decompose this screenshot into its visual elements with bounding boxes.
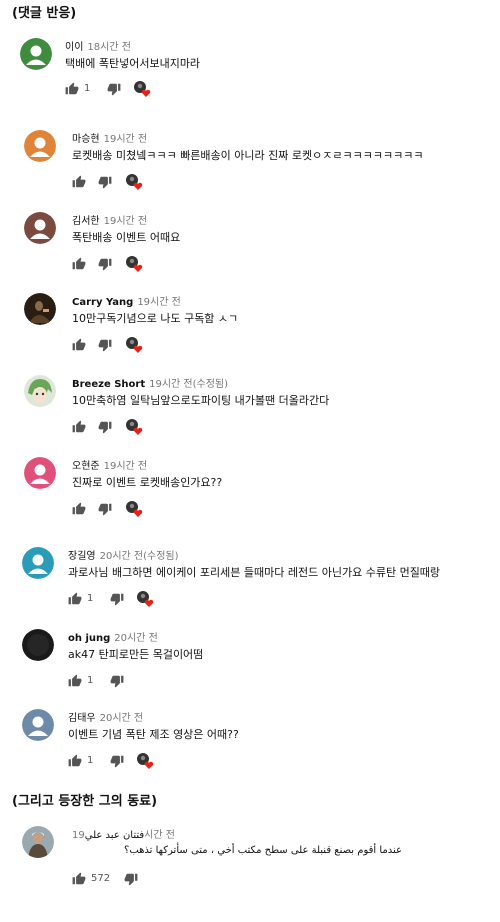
avatar[interactable]: [20, 38, 52, 70]
thumbs-down-icon[interactable]: [110, 592, 124, 606]
avatar[interactable]: [24, 212, 56, 244]
comment-text: 10만축하염 일탁님앞으로도파이팅 내가볼땐 더올라간다: [72, 394, 330, 407]
comment-author[interactable]: 김태우: [68, 713, 96, 724]
thumbs-down-icon[interactable]: [110, 754, 124, 768]
thumbs-up-icon[interactable]: [72, 502, 86, 516]
default-avatar-icon: [24, 457, 56, 489]
thumbs-up-icon[interactable]: [72, 420, 86, 434]
comment-time[interactable]: 19시간 전: [104, 216, 148, 227]
comment-text: 과로사님 배그하면 에이케이 포리세븐 들때마다 레전드 아닌가요 수류탄 먼질…: [68, 566, 441, 579]
avatar[interactable]: [22, 629, 54, 661]
thumbs-up-icon[interactable]: [72, 872, 86, 886]
comment-text: 택배에 폭탄넣어서보내지마라: [65, 57, 201, 70]
avatar[interactable]: [24, 375, 56, 407]
thumbs-down-icon[interactable]: [98, 257, 112, 271]
like-count: 1: [87, 593, 94, 604]
comment-author[interactable]: 김서한: [72, 216, 100, 227]
thumbs-down-icon[interactable]: [107, 82, 121, 96]
thumbs-down-icon[interactable]: [98, 338, 112, 352]
thumbs-down-icon[interactable]: [98, 175, 112, 189]
thumbs-down-icon[interactable]: [124, 872, 138, 886]
creator-heart: [125, 418, 143, 436]
comment-time[interactable]: 18시간 전: [87, 42, 131, 53]
comment-time[interactable]: 20시간 전: [114, 633, 158, 644]
creator-heart: [136, 752, 154, 770]
comment-author[interactable]: 마승현: [72, 134, 100, 145]
avatar[interactable]: [22, 547, 54, 579]
default-avatar-icon: [24, 212, 56, 244]
comment-author[interactable]: Carry Yang: [72, 297, 133, 308]
comment-author[interactable]: 이이: [65, 42, 83, 53]
section-title-reactions: (댓글 반응): [12, 6, 77, 21]
creator-heart: [125, 173, 143, 191]
thumbs-down-icon[interactable]: [98, 420, 112, 434]
dark-avatar-icon: [22, 629, 54, 661]
comment-author[interactable]: 장길영: [68, 551, 96, 562]
avatar[interactable]: [24, 457, 56, 489]
creator-heart: [125, 255, 143, 273]
avatar[interactable]: [22, 826, 54, 858]
thumbs-up-icon[interactable]: [72, 338, 86, 352]
comment-text: عندما أقوم بصنع قنبلة على سطح مكتب أخي ،…: [124, 845, 402, 856]
comment-text: ak47 탄피로만든 목걸이어떰: [68, 648, 204, 661]
comment-author[interactable]: فتتان عبد علي: [85, 830, 144, 841]
comment-text: 폭탄배송 이벤트 어때요: [72, 231, 181, 244]
thumbs-up-icon[interactable]: [68, 592, 82, 606]
default-avatar-icon: [22, 709, 54, 741]
comment-time[interactable]: 20시간 전: [100, 713, 144, 724]
like-count: 1: [87, 675, 94, 686]
thumbs-up-icon[interactable]: [72, 257, 86, 271]
default-avatar-icon: [24, 130, 56, 162]
thumbs-up-icon[interactable]: [65, 82, 79, 96]
creator-heart: [125, 336, 143, 354]
thumbs-down-icon[interactable]: [98, 502, 112, 516]
comment-author[interactable]: oh jung: [68, 633, 110, 644]
comment-time[interactable]: 19시간 전: [137, 297, 181, 308]
default-avatar-icon: [20, 38, 52, 70]
comment-text: 이벤트 기념 폭탄 제조 영상은 어때??: [68, 728, 239, 741]
photo-avatar-icon: [24, 293, 56, 325]
thumbs-down-icon[interactable]: [110, 674, 124, 688]
thumbs-up-icon[interactable]: [68, 674, 82, 688]
creator-heart: [136, 590, 154, 608]
comment-time[interactable]: 19시간 전(수정됨): [149, 379, 228, 390]
thumbs-up-icon[interactable]: [68, 754, 82, 768]
creator-heart: [125, 500, 143, 518]
default-avatar-icon: [22, 547, 54, 579]
comment-text: 로켓배송 미쳤넼ㅋㅋㅋ 빠른배송이 아니라 진짜 로켓ㅇㅈㄹㅋㅋㅋㅋㅋㅋㅋㅋ: [72, 149, 424, 162]
like-count: 1: [84, 83, 91, 94]
comment-text: 10만구독기념으로 나도 구독함 ㅅㄱ: [72, 312, 239, 325]
photo-avatar-icon: [22, 826, 54, 858]
comment-time[interactable]: 19시간 전: [104, 461, 148, 472]
comment-text: 진짜로 이벤트 로켓배송인가요??: [72, 476, 223, 489]
anime-avatar-icon: [24, 375, 56, 407]
comment-time[interactable]: 19시간 전: [104, 134, 148, 145]
comment-author[interactable]: Breeze Short: [72, 379, 145, 390]
thumbs-up-icon[interactable]: [72, 175, 86, 189]
avatar[interactable]: [24, 293, 56, 325]
comment-time[interactable]: 20시간 전(수정됨): [100, 551, 179, 562]
avatar[interactable]: [22, 709, 54, 741]
avatar[interactable]: [24, 130, 56, 162]
like-count: 572: [91, 873, 111, 884]
comment-author[interactable]: 오현준: [72, 461, 100, 472]
section-title-colleague: (그리고 등장한 그의 동료): [12, 794, 158, 809]
creator-heart: [133, 80, 151, 98]
like-count: 1: [87, 755, 94, 766]
